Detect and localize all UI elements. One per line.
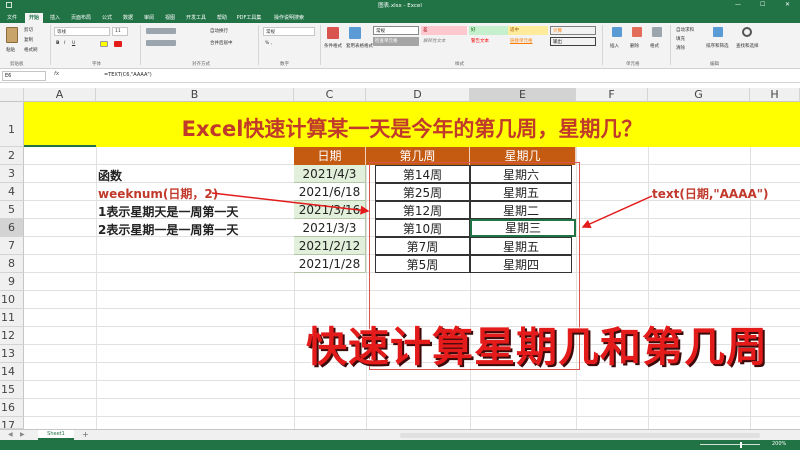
spreadsheet-grid[interactable]: A B C D E F G H 1 2 3 4 5 6 7 8 9 10 11 … (0, 88, 800, 429)
style-normal[interactable]: 常规 (373, 26, 419, 35)
tab-review[interactable]: 审阅 (140, 13, 158, 23)
font-group-label: 字体 (92, 62, 101, 67)
italic-button[interactable]: I (64, 41, 65, 46)
tab-page-layout[interactable]: 页面布局 (67, 13, 95, 23)
table-format-button[interactable]: 套用表格格式 (346, 43, 373, 49)
tab-data[interactable]: 数据 (119, 13, 137, 23)
format-cells-button[interactable]: 格式 (650, 43, 659, 49)
zoom-slider-thumb[interactable] (740, 442, 742, 448)
formula-bar: E6 fx =TEXT(C6,"AAAA") (0, 69, 800, 83)
group-separator (320, 25, 321, 65)
format-cells-icon[interactable] (652, 27, 662, 37)
group-separator (670, 25, 671, 65)
style-output[interactable]: 输出 (550, 37, 596, 46)
fill-button[interactable]: 填充 (676, 36, 685, 42)
zoom-slider[interactable] (700, 444, 760, 445)
style-calculation[interactable]: 计算 (550, 26, 596, 35)
sheet-nav-right-icon[interactable]: ▶ (20, 431, 25, 438)
bold-button[interactable]: B (56, 41, 59, 46)
horizontal-scrollbar[interactable] (400, 433, 760, 438)
font-size-value: 11 (115, 29, 121, 34)
name-box[interactable]: E6 (2, 71, 46, 81)
find-select-icon[interactable] (742, 27, 752, 37)
tab-formulas[interactable]: 公式 (98, 13, 116, 23)
cut-button[interactable]: 剪切 (24, 27, 33, 33)
sort-filter-button[interactable]: 排序和筛选 (706, 43, 729, 49)
delete-cells-icon[interactable] (632, 27, 642, 37)
clipboard-group-label: 剪贴板 (10, 62, 24, 67)
fill-color-icon[interactable] (100, 41, 108, 47)
tab-home[interactable]: 开始 (25, 13, 43, 23)
group-separator (50, 25, 51, 65)
find-select-button[interactable]: 查找和选择 (736, 43, 759, 49)
group-separator (140, 25, 141, 65)
tab-view[interactable]: 视图 (161, 13, 179, 23)
styles-group-label: 样式 (455, 62, 464, 67)
align-horizontal-icons[interactable] (146, 40, 176, 46)
wrap-text-button[interactable]: 自动换行 (210, 28, 228, 34)
annotation-arrows (211, 192, 653, 229)
tell-me-search[interactable]: 操作说明搜索 (268, 13, 310, 23)
insert-cells-icon[interactable] (612, 27, 622, 37)
status-bar: 200% (0, 440, 800, 450)
arrow-weeknum (211, 192, 370, 215)
underline-button[interactable]: U (72, 41, 75, 46)
percent-button[interactable]: % , (265, 41, 272, 46)
number-group-label: 数字 (280, 62, 289, 67)
table-format-icon[interactable] (349, 27, 361, 39)
tab-insert[interactable]: 插入 (46, 13, 64, 23)
copy-button[interactable]: 复制 (24, 37, 33, 43)
ribbon: 粘贴 剪切 复制 格式刷 剪贴板 等线 11 B I U 字体 自动换行 合并后… (0, 23, 800, 69)
sheet-nav-left-icon[interactable]: ◀ (8, 431, 13, 438)
style-linked-cell[interactable]: 链接单元格 (508, 37, 548, 46)
delete-cells-button[interactable]: 删除 (630, 43, 639, 49)
align-icons[interactable] (146, 28, 176, 34)
paste-icon[interactable] (6, 27, 18, 43)
conditional-format-icon[interactable] (327, 27, 339, 39)
font-size-select[interactable]: 11 (112, 27, 128, 36)
arrow-text-func (581, 195, 653, 229)
font-name-value: 等线 (57, 30, 66, 35)
sheet-tab-bar: ◀ ▶ Sheet1 + (0, 429, 800, 440)
sheet-tab-sheet1[interactable]: Sheet1 (38, 430, 74, 440)
style-bad[interactable]: 差 (421, 26, 467, 35)
tab-pdf[interactable]: PDF工具集 (234, 13, 264, 23)
font-name-select[interactable]: 等线 (54, 27, 110, 36)
conditional-format-button[interactable]: 条件格式 (324, 43, 342, 49)
cells-group-label: 单元格 (626, 62, 640, 67)
close-button[interactable]: ✕ (785, 1, 790, 8)
window-title: 图表.xlsx - Excel (378, 3, 422, 9)
tab-help[interactable]: 帮助 (213, 13, 231, 23)
tab-file[interactable]: 文件 (2, 13, 22, 23)
style-neutral[interactable]: 适中 (508, 26, 548, 35)
maximize-button[interactable]: ☐ (760, 1, 765, 8)
editing-group-label: 编辑 (710, 62, 719, 67)
number-format-select[interactable]: 常规 (263, 27, 315, 36)
add-sheet-button[interactable]: + (82, 430, 89, 439)
insert-cells-button[interactable]: 插入 (610, 43, 619, 49)
autosum-button[interactable]: 自动求和 (676, 27, 694, 33)
style-check-cell[interactable]: 检查单元格 (373, 37, 419, 46)
paste-label: 粘贴 (6, 48, 15, 53)
number-format-value: 常规 (266, 30, 275, 35)
group-separator (258, 25, 259, 65)
title-bar: 图表.xlsx - Excel — ☐ ✕ (0, 0, 800, 11)
alignment-group-label: 对齐方式 (192, 62, 210, 67)
minimize-button[interactable]: — (735, 1, 741, 8)
group-separator (602, 25, 603, 65)
overlay-title: 快速计算星期几和第几周 (306, 323, 768, 371)
style-explanatory[interactable]: 解释性文本 (421, 37, 467, 46)
font-color-icon[interactable] (114, 41, 122, 47)
merge-center-button[interactable]: 合并后居中 (210, 40, 233, 46)
zoom-level[interactable]: 200% (772, 441, 786, 447)
tab-developer[interactable]: 开发工具 (182, 13, 210, 23)
sort-filter-icon[interactable] (713, 27, 723, 37)
fx-icon[interactable]: fx (54, 71, 59, 77)
format-painter-button[interactable]: 格式刷 (24, 47, 38, 53)
formula-input[interactable]: =TEXT(C6,"AAAA") (104, 72, 152, 78)
clear-button[interactable]: 清除 (676, 45, 685, 51)
ribbon-tabs: 文件 开始 插入 页面布局 公式 数据 审阅 视图 开发工具 帮助 PDF工具集… (0, 11, 800, 23)
